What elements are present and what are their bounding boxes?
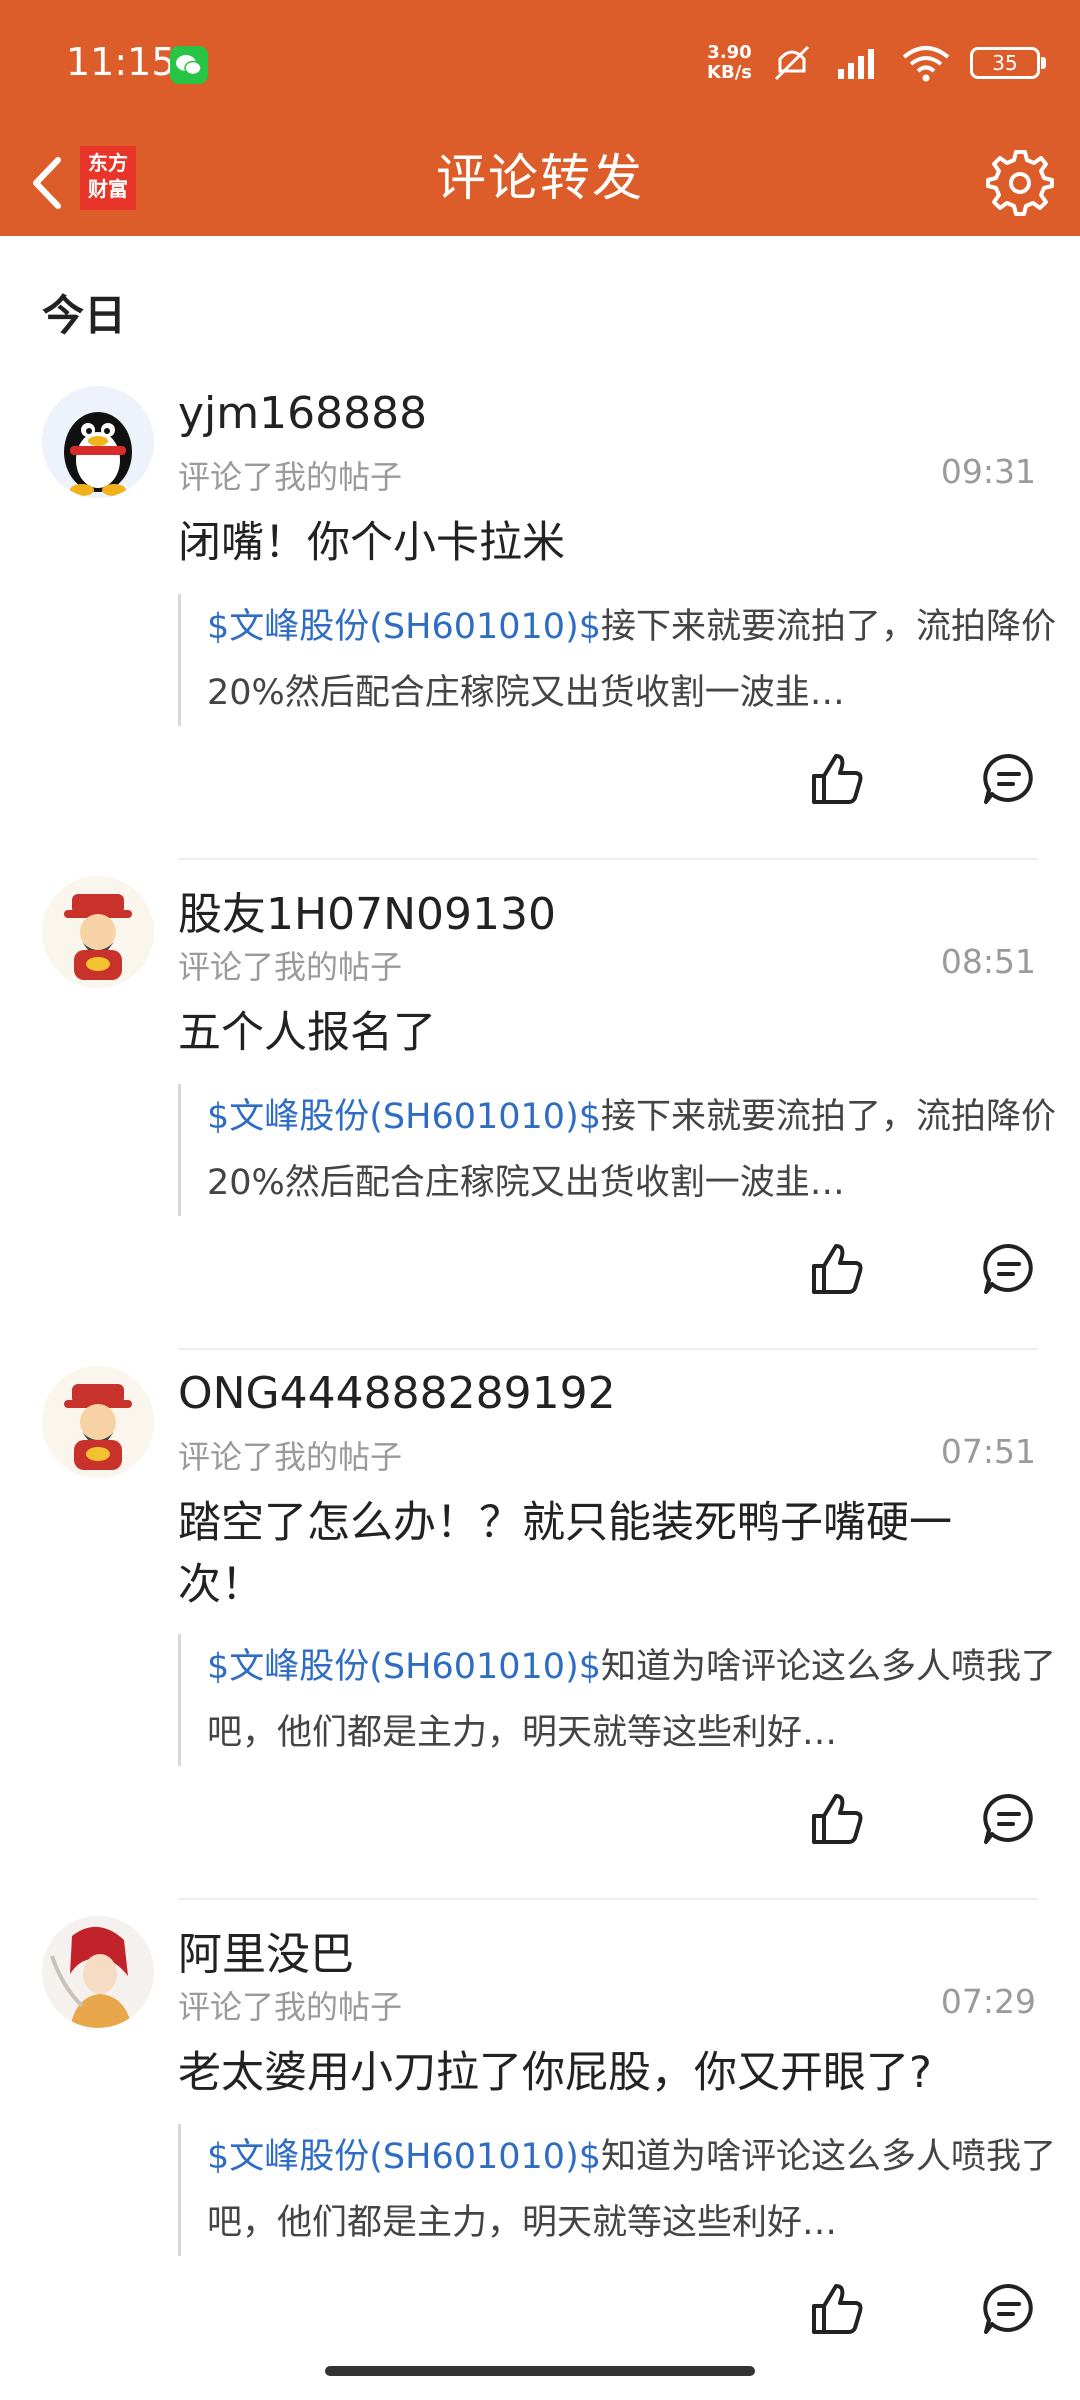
comment-text: 闭嘴！你个小卡拉米 (178, 518, 565, 568)
comment-bubble-icon[interactable] (978, 1238, 1040, 1300)
net-speed: 3.90 KB/s (707, 43, 752, 83)
list-item[interactable]: 阿里没巴 评论了我的帖子 07:29 老太婆用小刀拉了你屁股，你又开眼了? $文… (0, 1900, 1080, 2390)
list-item[interactable]: 股友1H07N09130 评论了我的帖子 08:51 五个人报名了 $文峰股份(… (0, 860, 1080, 1350)
stock-tag-link[interactable]: $文峰股份(SH601010)$ (207, 2137, 601, 2177)
mute-icon (774, 45, 810, 81)
comment-bubble-icon[interactable] (978, 2278, 1040, 2340)
status-time: 11:15 (66, 40, 176, 84)
comment-text: 踏空了怎么办！？就只能装死鸭子嘴硬一次！ (178, 1498, 952, 1610)
fortune-god-avatar-icon (42, 1366, 154, 1478)
quoted-post[interactable]: $文峰股份(SH601010)$接下来就要流拍了，流拍降价20%然后配合庄稼院又… (178, 1084, 1057, 1216)
like-thumb-icon[interactable] (806, 1238, 868, 1300)
avatar[interactable] (42, 386, 154, 498)
item-actions (806, 1238, 1040, 1300)
comment-bubble-icon[interactable] (978, 748, 1040, 810)
action-text: 评论了我的帖子 (178, 458, 403, 496)
penguin-avatar-icon (42, 386, 154, 498)
anime-character-avatar-icon (42, 1916, 154, 2028)
nav-bar: 东方 财富 评论转发 (0, 130, 1080, 236)
action-text: 评论了我的帖子 (178, 1988, 403, 2026)
avatar[interactable] (42, 1916, 154, 2028)
timestamp: 07:29 (940, 1982, 1036, 2021)
item-actions (806, 1788, 1040, 1850)
stock-tag-link[interactable]: $文峰股份(SH601010)$ (207, 1097, 601, 1137)
status-bar: 11:15 3.90 KB/s 35 (0, 0, 1080, 130)
comment-text: 五个人报名了 (178, 1008, 436, 1058)
avatar[interactable] (42, 876, 154, 988)
stock-tag-link[interactable]: $文峰股份(SH601010)$ (207, 1647, 601, 1687)
wechat-notification-icon (170, 46, 208, 84)
page-title: 评论转发 (436, 149, 644, 207)
signal-icon (838, 49, 874, 79)
timestamp: 09:31 (940, 452, 1036, 491)
action-text: 评论了我的帖子 (178, 948, 403, 986)
battery-icon: 35 (970, 47, 1046, 79)
like-thumb-icon[interactable] (806, 2278, 868, 2340)
stock-tag-link[interactable]: $文峰股份(SH601010)$ (207, 607, 601, 647)
wifi-icon (902, 46, 950, 82)
fortune-god-avatar-icon (42, 876, 154, 988)
username[interactable]: 阿里没巴 (178, 1918, 354, 1982)
quoted-post[interactable]: $文峰股份(SH601010)$知道为啥评论这么多人喷我了吧，他们都是主力，明天… (178, 2124, 1057, 2256)
quoted-post[interactable]: $文峰股份(SH601010)$接下来就要流拍了，流拍降价20%然后配合庄稼院又… (178, 594, 1057, 726)
comment-feed: yjm168888 评论了我的帖子 09:31 闭嘴！你个小卡拉米 $文峰股份(… (0, 370, 1080, 2390)
item-actions (806, 748, 1040, 810)
app-header: 11:15 3.90 KB/s 35 东方 财富 评论转发 (0, 0, 1080, 236)
home-indicator[interactable] (325, 2366, 755, 2376)
timestamp: 07:51 (940, 1432, 1036, 1471)
action-text: 评论了我的帖子 (178, 1438, 403, 1476)
like-thumb-icon[interactable] (806, 748, 868, 810)
list-item[interactable]: ONG444888289192 评论了我的帖子 07:51 踏空了怎么办！？就只… (0, 1350, 1080, 1900)
like-thumb-icon[interactable] (806, 1788, 868, 1850)
net-speed-value: 3.90 (707, 42, 752, 63)
comment-text: 老太婆用小刀拉了你屁股，你又开眼了? (178, 2048, 932, 2098)
section-title-today: 今日 (42, 291, 127, 340)
list-item[interactable]: yjm168888 评论了我的帖子 09:31 闭嘴！你个小卡拉米 $文峰股份(… (0, 370, 1080, 860)
avatar[interactable] (42, 1366, 154, 1478)
username[interactable]: ONG444888289192 (178, 1368, 616, 1419)
timestamp: 08:51 (940, 942, 1036, 981)
comment-bubble-icon[interactable] (978, 1788, 1040, 1850)
username[interactable]: 股友1H07N09130 (178, 878, 556, 942)
status-icons: 3.90 KB/s 35 (707, 36, 1046, 90)
settings-gear-icon[interactable] (980, 144, 1056, 220)
item-actions (806, 2278, 1040, 2340)
username[interactable]: yjm168888 (178, 388, 427, 439)
net-speed-unit: KB/s (707, 62, 752, 83)
quoted-post[interactable]: $文峰股份(SH601010)$知道为啥评论这么多人喷我了吧，他们都是主力，明天… (178, 1634, 1057, 1766)
